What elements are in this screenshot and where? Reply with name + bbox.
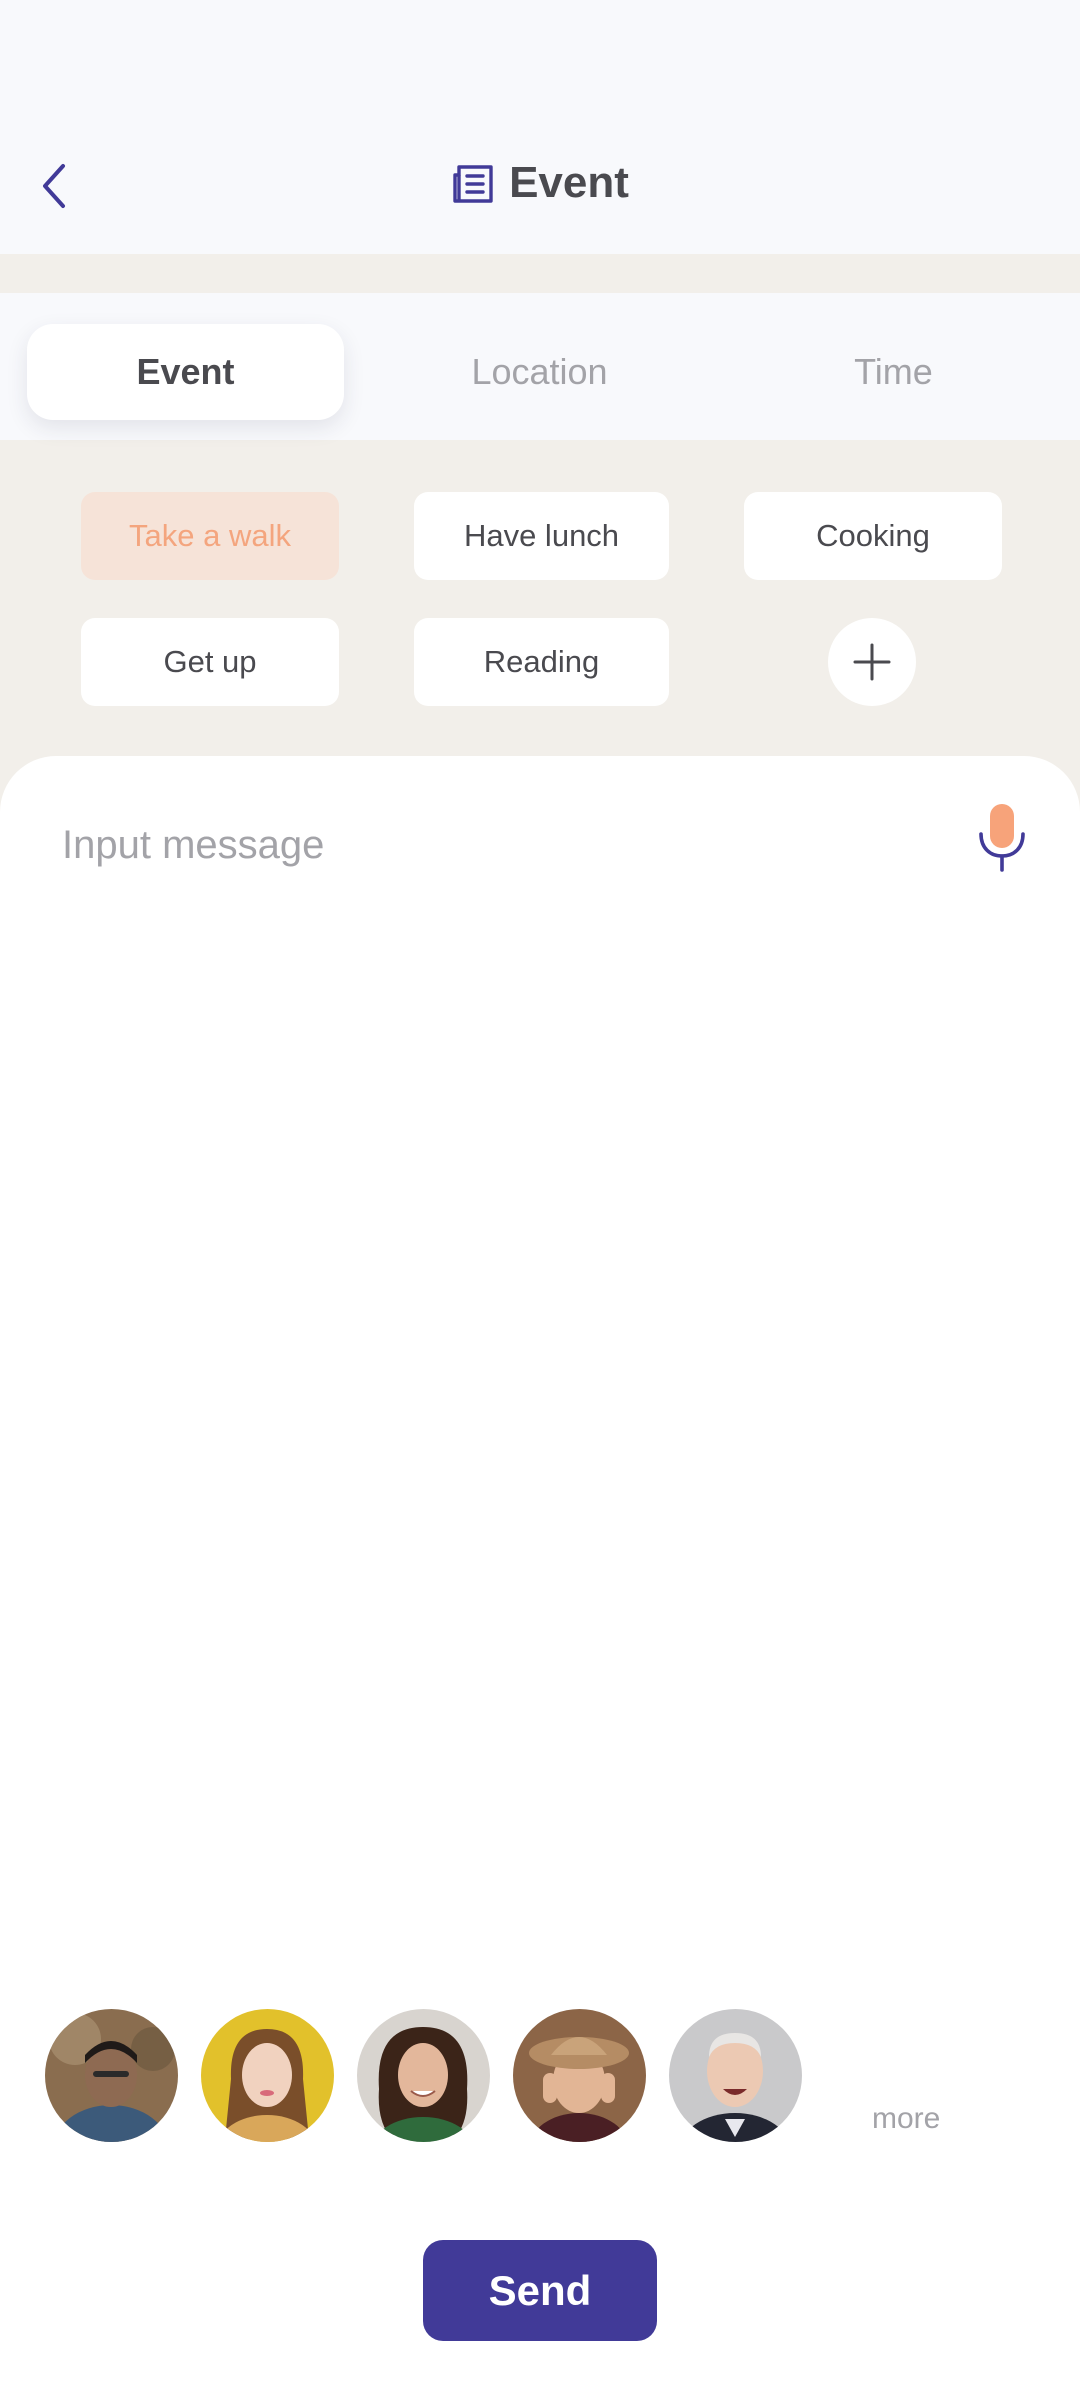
more-avatars-link[interactable]: more xyxy=(872,2102,940,2136)
person-photo xyxy=(669,2009,802,2142)
event-chip-take-a-walk[interactable]: Take a walk xyxy=(81,492,339,580)
event-chip-get-up[interactable]: Get up xyxy=(81,618,339,706)
voice-input-button[interactable] xyxy=(976,802,1028,874)
tab-location[interactable]: Location xyxy=(381,324,698,420)
send-button[interactable]: Send xyxy=(423,2240,657,2341)
page-title-group: Event xyxy=(0,150,1080,216)
tab-time[interactable]: Time xyxy=(735,324,1052,420)
page-title: Event xyxy=(509,158,629,207)
document-list-icon xyxy=(453,165,493,203)
message-panel: more Send xyxy=(0,756,1080,2400)
person-photo xyxy=(201,2009,334,2142)
event-chip-have-lunch[interactable]: Have lunch xyxy=(414,492,669,580)
tab-bar: Event Location Time xyxy=(0,293,1080,440)
avatar-5[interactable] xyxy=(669,2009,802,2142)
person-photo xyxy=(45,2009,178,2142)
app-header: Event xyxy=(0,0,1080,254)
avatar-2[interactable] xyxy=(201,2009,334,2142)
event-chip-cooking[interactable]: Cooking xyxy=(744,492,1002,580)
add-event-button[interactable] xyxy=(828,618,916,706)
person-photo xyxy=(357,2009,490,2142)
tab-event[interactable]: Event xyxy=(27,324,344,420)
message-input[interactable] xyxy=(62,812,922,878)
avatar-1[interactable] xyxy=(45,2009,178,2142)
event-chip-reading[interactable]: Reading xyxy=(414,618,669,706)
plus-icon xyxy=(853,643,891,681)
microphone-icon xyxy=(979,804,1025,872)
person-photo xyxy=(513,2009,646,2142)
avatar-4[interactable] xyxy=(513,2009,646,2142)
avatar-3[interactable] xyxy=(357,2009,490,2142)
